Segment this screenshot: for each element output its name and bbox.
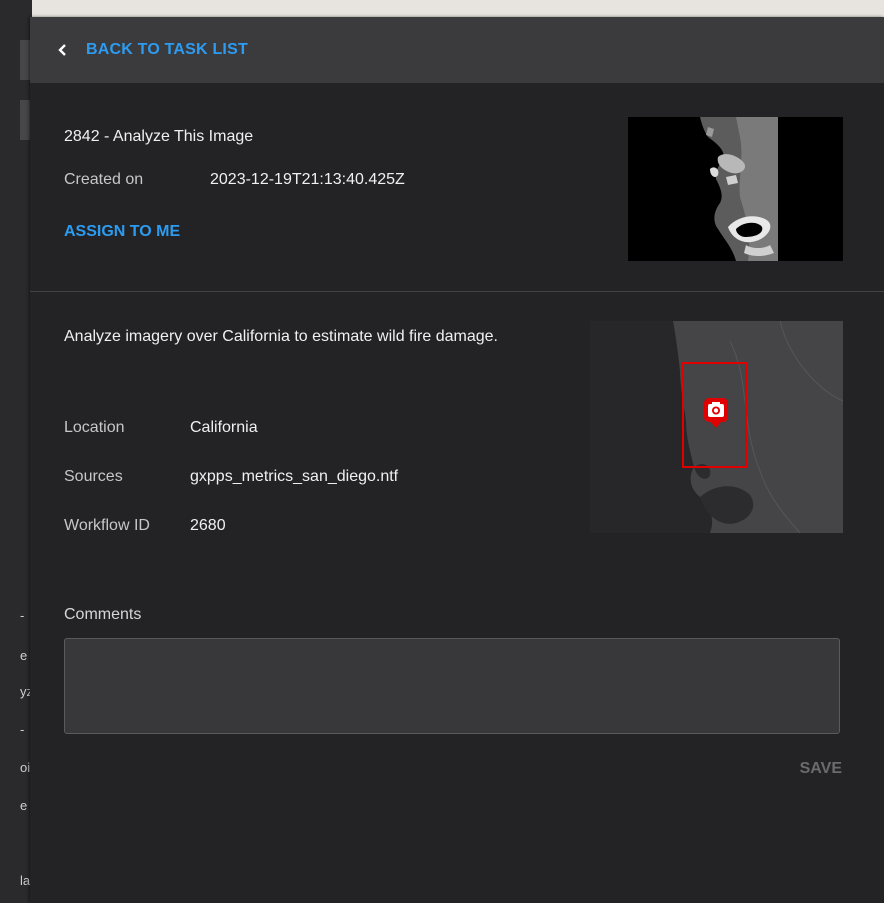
- background-text: -: [20, 722, 25, 737]
- task-detail-panel: BACK TO TASK LIST 2842 - Analyze This Im…: [30, 17, 884, 903]
- background-text: e: [20, 798, 28, 813]
- back-to-task-list-link[interactable]: BACK TO TASK LIST: [30, 17, 884, 83]
- background-text: e: [20, 648, 28, 663]
- sources-value: gxpps_metrics_san_diego.ntf: [190, 468, 399, 485]
- created-value: 2023-12-19T21:13:40.425Z: [210, 171, 405, 188]
- image-thumbnail[interactable]: [628, 117, 843, 261]
- map-canvas: [590, 321, 843, 533]
- background-text: -: [20, 608, 25, 623]
- task-details: Analyze imagery over California to estim…: [30, 292, 884, 622]
- workflow-id-value: 2680: [190, 517, 226, 534]
- background-text: la: [20, 873, 30, 888]
- comments-input[interactable]: [64, 638, 840, 734]
- satellite-image: [628, 117, 843, 261]
- background-page: - e yz - oi e la: [0, 0, 32, 903]
- task-summary: 2842 - Analyze This Image Created on 202…: [30, 83, 884, 292]
- workflow-id-label: Workflow ID: [64, 517, 150, 534]
- sources-label: Sources: [64, 468, 123, 485]
- chevron-left-icon: [58, 44, 66, 56]
- back-label: BACK TO TASK LIST: [86, 41, 248, 58]
- location-label: Location: [64, 419, 125, 436]
- save-button[interactable]: SAVE: [800, 760, 842, 778]
- assign-to-me-button[interactable]: ASSIGN TO ME: [64, 223, 180, 241]
- created-label: Created on: [64, 171, 144, 188]
- background-text: yz: [20, 684, 30, 699]
- task-description: Analyze imagery over California to estim…: [64, 328, 498, 345]
- comments-label: Comments: [64, 606, 142, 623]
- location-map[interactable]: [590, 321, 843, 533]
- background-text: oi: [20, 760, 30, 775]
- location-value: California: [190, 419, 258, 436]
- task-title: 2842 - Analyze This Image: [64, 128, 254, 145]
